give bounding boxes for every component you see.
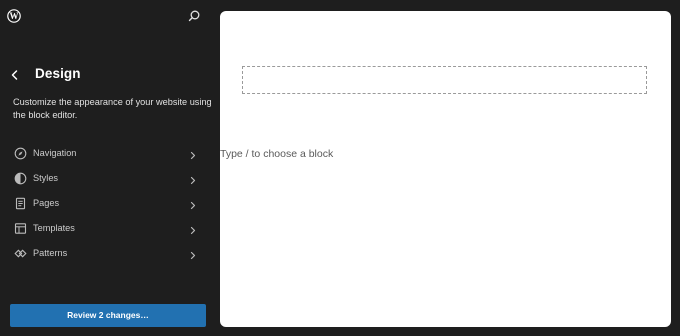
pages-icon: [14, 197, 27, 210]
svg-text:W: W: [10, 11, 19, 21]
block-appender[interactable]: Type / to choose a block: [220, 148, 333, 160]
review-changes-button[interactable]: Review 2 changes…: [10, 304, 206, 327]
sidebar-item-label: Pages: [33, 198, 60, 208]
wordpress-logo-icon[interactable]: W: [7, 9, 21, 23]
sidebar-description: Customize the appearance of your website…: [13, 97, 212, 120]
chevron-right-icon: [189, 248, 197, 260]
sidebar-item-styles[interactable]: Styles: [0, 166, 220, 191]
sidebar-item-label: Templates: [33, 223, 75, 233]
templates-icon: [14, 222, 27, 235]
sidebar-item-pages[interactable]: Pages: [0, 191, 220, 216]
sidebar-item-patterns[interactable]: Patterns: [0, 241, 220, 266]
chevron-right-icon: [189, 223, 197, 235]
sidebar-item-label: Patterns: [33, 248, 68, 258]
site-editor: W Design Customize the appearance of you…: [0, 0, 680, 336]
chevron-right-icon: [189, 148, 197, 160]
sidebar-item-navigation[interactable]: Navigation: [0, 141, 220, 166]
page-title: Design: [35, 66, 81, 81]
navigation-icon: [14, 147, 27, 160]
styles-icon: [14, 172, 27, 185]
editor-canvas[interactable]: Type / to choose a block: [220, 11, 671, 327]
chevron-right-icon: [189, 173, 197, 185]
patterns-icon: [14, 247, 27, 260]
chevron-right-icon: [189, 198, 197, 210]
back-button[interactable]: [9, 68, 21, 82]
sidebar-item-label: Navigation: [33, 148, 77, 158]
design-navigation-menu: Navigation Styles Pages Templates Patter…: [0, 141, 220, 266]
selected-block-placeholder[interactable]: [242, 66, 647, 94]
search-icon[interactable]: [187, 9, 201, 23]
chevron-left-icon: [11, 70, 18, 80]
sidebar-item-templates[interactable]: Templates: [0, 216, 220, 241]
sidebar-item-label: Styles: [33, 173, 59, 183]
sidebar: W Design Customize the appearance of you…: [0, 0, 220, 336]
